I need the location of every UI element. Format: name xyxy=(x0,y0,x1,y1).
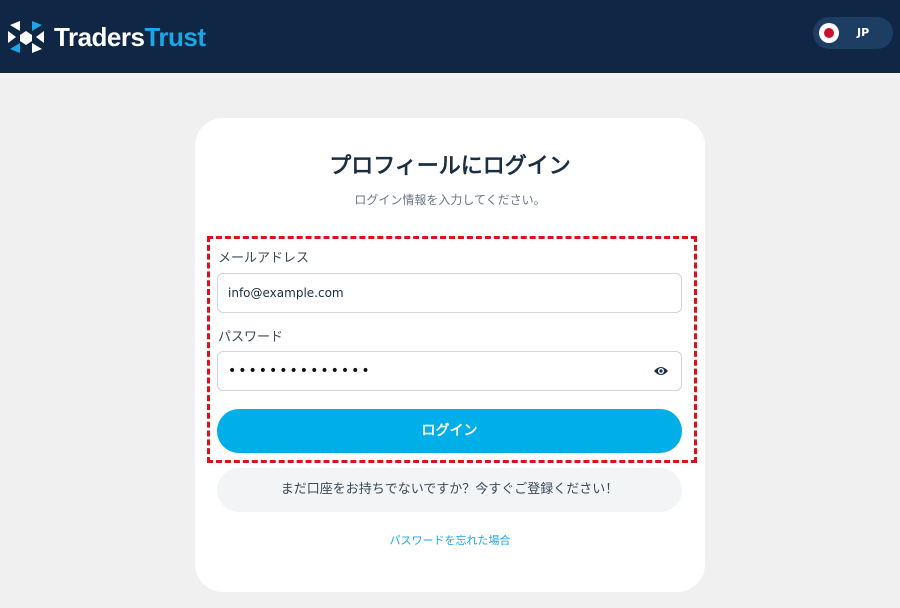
email-field[interactable]: info@example.com xyxy=(217,273,682,313)
email-label: メールアドレス xyxy=(218,251,310,266)
email-value: info@example.com xyxy=(228,286,344,300)
language-selector[interactable]: JP xyxy=(813,17,893,49)
forgot-password-link[interactable]: パスワードを忘れた場合 xyxy=(0,532,900,548)
logo-text: TradersTrust xyxy=(54,22,206,52)
password-value: •••••••••••••• xyxy=(228,363,372,379)
page-title: プロフィールにログイン xyxy=(329,154,571,179)
signup-prompt[interactable]: まだ口座をお持ちでないですか？今すぐご登録ください！ xyxy=(217,468,682,512)
language-label: JP xyxy=(857,26,870,39)
eye-icon[interactable] xyxy=(653,364,669,378)
traders-trust-logo-icon xyxy=(8,21,44,53)
logo[interactable]: TradersTrust xyxy=(6,17,206,57)
top-bar: TradersTrust JP xyxy=(0,0,900,73)
japan-flag-icon xyxy=(819,23,839,43)
page-subtitle: ログイン情報を入力してください。 xyxy=(354,193,546,207)
password-label: パスワード xyxy=(218,330,284,345)
login-button[interactable]: ログイン xyxy=(217,409,682,453)
password-field[interactable]: •••••••••••••• xyxy=(217,351,682,391)
